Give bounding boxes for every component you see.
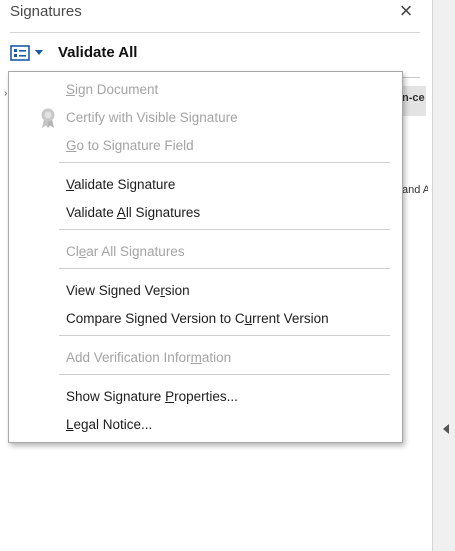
menu-item-clear-all[interactable]: Clear All Signatures bbox=[9, 239, 402, 263]
menu-separator bbox=[59, 229, 390, 230]
menu-item-label: Go to Signature Field bbox=[66, 138, 194, 153]
menu-item-legal-notice[interactable]: Legal Notice... bbox=[9, 412, 402, 436]
menu-separator bbox=[59, 162, 390, 163]
menu-item-label: Legal Notice... bbox=[66, 417, 153, 432]
expand-chevron-icon: › bbox=[4, 88, 8, 99]
menu-item-go-to-field[interactable]: Go to Signature Field bbox=[9, 133, 402, 157]
menu-separator bbox=[59, 374, 390, 375]
menu-item-label: Validate Signature bbox=[66, 177, 176, 192]
menu-item-validate-all[interactable]: Validate All Signatures bbox=[9, 200, 402, 224]
menu-item-label: Compare Signed Version to Current Versio… bbox=[66, 311, 329, 326]
menu-item-view-signed-version[interactable]: View Signed Version bbox=[9, 278, 402, 302]
panel-title: Signatures bbox=[10, 3, 82, 20]
close-button[interactable]: × bbox=[396, 0, 416, 23]
menu-item-label: Clear All Signatures bbox=[66, 244, 185, 259]
menu-item-label: Validate All Signatures bbox=[66, 205, 201, 220]
background-field-text: n-ce bbox=[402, 92, 425, 104]
document-area-edge bbox=[432, 0, 455, 551]
menu-item-label: Show Signature Properties... bbox=[66, 389, 238, 404]
menu-item-certify-visible[interactable]: Certify with Visible Signature bbox=[9, 105, 402, 129]
list-options-icon bbox=[10, 45, 30, 61]
menu-item-compare-versions[interactable]: Compare Signed Version to Current Versio… bbox=[9, 306, 402, 330]
menu-item-label: Add Verification Information bbox=[66, 350, 232, 365]
menu-item-label: View Signed Version bbox=[66, 283, 190, 298]
certify-ribbon-icon bbox=[41, 108, 55, 128]
title-divider bbox=[10, 32, 420, 33]
chevron-down-icon bbox=[35, 50, 43, 55]
menu-item-add-verification-info[interactable]: Add Verification Information bbox=[9, 345, 402, 369]
menu-separator bbox=[59, 268, 390, 269]
background-text: and A bbox=[402, 184, 428, 196]
menu-item-signature-properties[interactable]: Show Signature Properties... bbox=[9, 384, 402, 408]
collapse-panel-arrow-icon[interactable] bbox=[443, 424, 449, 434]
signature-options-menu: Sign Document Certify with Visible Signa… bbox=[8, 71, 403, 443]
menu-item-validate-signature[interactable]: Validate Signature bbox=[9, 172, 402, 196]
menu-item-label: Certify with Visible Signature bbox=[66, 110, 238, 125]
menu-separator bbox=[59, 335, 390, 336]
background-signature-field: n-ce bbox=[402, 86, 426, 116]
close-icon: × bbox=[399, 0, 413, 23]
menu-item-sign-document[interactable]: Sign Document bbox=[9, 77, 402, 101]
options-menu-button[interactable] bbox=[9, 44, 45, 64]
validate-all-button[interactable]: Validate All bbox=[58, 44, 137, 61]
menu-item-label: Sign Document bbox=[66, 82, 159, 97]
